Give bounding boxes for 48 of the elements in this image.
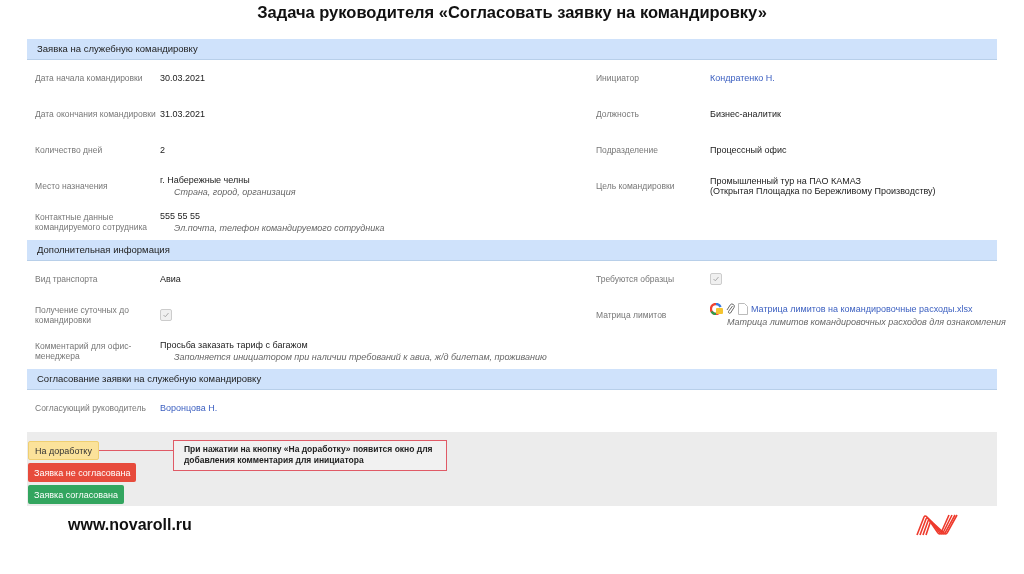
field-value: 555 55 55 — [160, 210, 201, 221]
field-label: Место назначения — [35, 181, 108, 191]
check-icon — [162, 311, 170, 319]
field-label: Дата окончания командировки — [35, 109, 156, 119]
hint-text: Матрица лимитов командировочных расходов для ознакомления — [727, 316, 1006, 328]
field-label: Вид транспорта — [35, 274, 98, 284]
app-icon[interactable] — [710, 302, 723, 315]
action-button[interactable]: Заявка не согласована — [28, 463, 137, 482]
field-label: Матрица лимитов — [596, 310, 667, 320]
callout-note: При нажатии на кнопку «На доработку» появится окно для добавления комментария для инициатора — [172, 440, 447, 471]
field-value: Промышленный тур на ПАО КАМАЗ (Открытая Площадка по Бережливому Производству) — [710, 176, 936, 196]
section-header: Заявка на служебную командировку — [27, 39, 997, 60]
field-value: г. Набережные челны — [160, 174, 250, 185]
field-label: Получение суточных до командировки — [35, 305, 130, 325]
field-label: Подразделение — [596, 145, 658, 155]
field-label: Требуются образцы — [596, 274, 675, 284]
field-value: 31.03.2021 — [160, 109, 206, 119]
field-label: Дата начала командировки — [35, 73, 143, 83]
file-link[interactable]: Матрица лимитов на командировочные расходы.xlsx — [751, 303, 973, 314]
field-label: Контактные данные командируемого сотрудника — [35, 212, 148, 232]
field-value: Просьба заказать тариф с багажом — [160, 339, 308, 350]
site-url: www.novaroll.ru — [68, 516, 192, 534]
checkbox[interactable] — [160, 309, 172, 321]
paperclip-icon[interactable] — [726, 302, 735, 315]
document-icon — [738, 302, 748, 315]
check-icon — [712, 275, 720, 283]
field-label: Комментарий для офис-менеджера — [35, 341, 133, 361]
field-value: 30.03.2021 — [160, 73, 206, 83]
field-value: Бизнес-аналитик — [710, 109, 781, 119]
hint-text: Эл.почта, телефон командируемого сотрудника — [174, 222, 385, 234]
field-label: Согласующий руководитель — [35, 403, 146, 413]
page-title: Задача руководителя «Согласовать заявку на командировку» — [257, 2, 767, 23]
field-label: Инициатор — [596, 73, 639, 83]
field-value: Процессный офис — [710, 145, 787, 155]
field-value: Авиа — [160, 274, 181, 284]
section-header: Дополнительная информация — [27, 240, 997, 261]
checkbox[interactable] — [710, 273, 722, 285]
field-label: Количество дней — [35, 145, 103, 155]
person-link[interactable]: Воронцова Н. — [160, 403, 218, 413]
logo-icon — [916, 514, 958, 536]
hint-text: Заполняется инициатором при наличии требований к авиа, ж/д билетам, проживанию — [174, 351, 547, 363]
hint-text: Страна, город, организация — [174, 186, 296, 198]
person-link[interactable]: Кондратенко Н. — [710, 73, 775, 83]
field-label: Цель командировки — [596, 181, 675, 191]
field-value: 2 — [160, 145, 165, 155]
field-label: Должность — [596, 109, 640, 119]
action-button[interactable]: На доработку — [28, 441, 99, 460]
section-header: Согласование заявки на служебную командировку — [27, 369, 997, 390]
